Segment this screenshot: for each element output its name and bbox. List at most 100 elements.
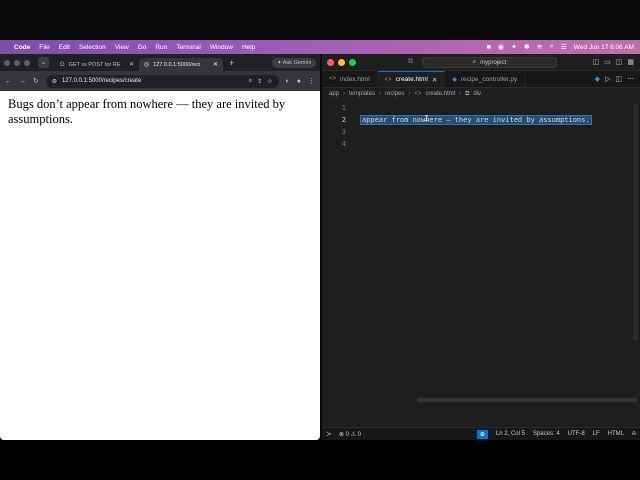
window-close-button[interactable] <box>4 59 10 66</box>
ask-gemini-label: Ask Gemini <box>282 59 311 66</box>
menu-go[interactable]: Go <box>138 44 147 51</box>
ask-gemini-button[interactable]: ✦ Ask Gemini <box>272 57 316 68</box>
python-icon[interactable]: ◆ <box>595 75 600 83</box>
share-icon[interactable]: ⇪ <box>257 78 262 85</box>
code-line: 3 <box>322 126 640 138</box>
new-tab-button[interactable]: + <box>229 58 234 68</box>
browser-tab-label: GET vs POST for RE <box>68 61 121 68</box>
menubar-clock[interactable]: Wed Jun 17 6:06 AM <box>574 44 634 51</box>
tab-close-icon[interactable]: ✕ <box>129 61 134 68</box>
menu-run[interactable]: Run <box>155 44 167 51</box>
run-icon[interactable]: ▷ <box>605 75 610 83</box>
editor-tab-recipe-controller[interactable]: ◆ recipe_controller.py <box>445 71 526 87</box>
menu-file[interactable]: File <box>39 44 49 51</box>
address-bar[interactable]: ⊜ 127.0.0.1:5000/recipes/create ⌕ ⇪ ☆ <box>45 74 279 88</box>
menu-selection[interactable]: Selection <box>79 44 106 51</box>
menu-view[interactable]: View <box>115 44 129 51</box>
code-text[interactable]: appear from nowhere — they are invited b… <box>360 115 592 125</box>
customize-layout-icon[interactable]: ▦ <box>627 58 634 66</box>
copilot-icon[interactable]: ⧉ <box>408 58 413 66</box>
code-editor[interactable]: 1 2 appear from nowhere — they are invit… <box>322 100 640 404</box>
vscode-titlebar: ⧉ ⌕ myproject ◫ ▭ ◫ ▦ <box>322 54 640 71</box>
code-line: 4 <box>322 138 640 150</box>
window-zoom-button[interactable] <box>349 58 356 66</box>
html-icon: <> <box>329 76 337 82</box>
command-center-label: myproject <box>480 59 507 66</box>
code-line-current: 2 appear from nowhere — they are invited… <box>322 114 640 126</box>
python-icon: ◆ <box>452 76 457 83</box>
command-center-search[interactable]: ⌕ myproject <box>422 57 557 68</box>
search-icon[interactable]: ⌕ <box>550 43 554 51</box>
browser-window: ⌄ G GET vs POST for RE ✕ ◎ 127.0.0.1:500… <box>0 54 320 440</box>
back-icon[interactable]: ← <box>5 78 12 85</box>
remote-icon[interactable]: ≻ <box>326 430 332 438</box>
line-number: 2 <box>341 116 346 124</box>
editor-tab-create[interactable]: <> create.html ✕ <box>377 71 446 87</box>
toggle-panel-icon[interactable]: ▭ <box>604 58 611 66</box>
horizontal-scrollbar[interactable] <box>417 398 637 402</box>
encoding[interactable]: UTF-8 <box>568 431 585 437</box>
google-favicon-icon: G <box>60 61 65 68</box>
bookmark-star-icon[interactable]: ☆ <box>267 78 272 85</box>
breadcrumb-item[interactable]: recipes <box>385 91 404 97</box>
html-icon: <> <box>414 91 422 97</box>
tab-close-icon[interactable]: ✕ <box>432 76 437 84</box>
breadcrumb-item[interactable]: app <box>329 91 339 97</box>
language-mode[interactable]: HTML <box>608 431 624 437</box>
editor-tab-bar: <> index.html <> create.html ✕ ◆ recipe_… <box>322 71 640 88</box>
warning-icon: ⚠ <box>350 431 356 438</box>
bluetooth-icon[interactable]: ✱ <box>524 43 530 51</box>
camera-icon[interactable]: ■ <box>487 44 491 51</box>
html-icon: <> <box>384 76 392 83</box>
toggle-secondary-sidebar-icon[interactable]: ◫ <box>616 58 623 66</box>
menu-window[interactable]: Window <box>210 44 233 51</box>
chevron-right-icon: › <box>379 91 382 97</box>
profile-avatar[interactable]: ● <box>297 78 301 85</box>
breadcrumb-item[interactable]: create.html <box>425 91 455 97</box>
tab-close-icon[interactable]: ✕ <box>213 61 218 68</box>
breadcrumb: app › templates › recipes › <> create.ht… <box>322 88 640 100</box>
breadcrumb-item[interactable]: div <box>473 91 481 97</box>
split-editor-icon[interactable]: ◫ <box>615 75 622 83</box>
more-menu-icon[interactable]: ⋮ <box>308 77 315 85</box>
text-cursor-icon: I <box>424 114 429 123</box>
menu-help[interactable]: Help <box>242 44 255 51</box>
breadcrumb-item[interactable]: templates <box>349 91 375 97</box>
editor-tab-label: create.html <box>395 76 428 83</box>
zoom-icon[interactable]: ⊕ <box>476 429 488 439</box>
vertical-scrollbar[interactable] <box>633 104 638 340</box>
menu-terminal[interactable]: Terminal <box>176 44 201 51</box>
window-minimize-button[interactable] <box>338 58 345 66</box>
site-info-icon[interactable]: ⊜ <box>52 78 57 85</box>
window-close-button[interactable] <box>327 58 334 66</box>
toggle-primary-sidebar-icon[interactable]: ◫ <box>593 58 600 66</box>
record-icon[interactable]: ◉ <box>498 43 504 51</box>
more-actions-icon[interactable]: ⋯ <box>627 75 634 83</box>
wifi-icon[interactable]: ≋ <box>537 43 543 51</box>
page-text: Bugs don’t appear from nowhere — they ar… <box>8 97 286 126</box>
problems-indicator[interactable]: ⊗ 0 ⚠ 0 <box>339 431 361 438</box>
cursor-position[interactable]: Ln 2, Col 5 <box>496 431 525 437</box>
control-center-icon[interactable]: ☰ <box>560 43 566 51</box>
tab-search-icon[interactable]: ⌄ <box>38 57 49 68</box>
menu-app-name[interactable]: Code <box>14 44 30 51</box>
window-zoom-button[interactable] <box>24 59 30 66</box>
forward-icon[interactable]: → <box>19 78 26 85</box>
sparkle-icon[interactable]: ✦ <box>511 43 517 51</box>
element-icon: ⧉ <box>465 90 470 97</box>
end-of-line[interactable]: LF <box>593 431 600 437</box>
extensions-icon[interactable]: ◐ <box>286 78 290 85</box>
selected-text[interactable]: appear from nowhere — they are invited b… <box>360 115 592 125</box>
warning-count: 0 <box>357 431 361 438</box>
editor-tab-index[interactable]: <> index.html <box>322 71 378 87</box>
menu-edit[interactable]: Edit <box>59 44 70 51</box>
notifications-bell-icon[interactable]: ⍾ <box>632 431 636 438</box>
reload-icon[interactable]: ↻ <box>33 77 39 85</box>
window-minimize-button[interactable] <box>14 59 20 66</box>
browser-tab-active[interactable]: ◎ 127.0.0.1:5000/reci ✕ <box>139 58 223 71</box>
editor-tab-label: index.html <box>340 75 370 83</box>
address-url[interactable]: 127.0.0.1:5000/recipes/create <box>62 78 244 84</box>
indentation[interactable]: Spaces: 4 <box>533 431 560 437</box>
browser-tab[interactable]: G GET vs POST for RE ✕ <box>55 58 139 71</box>
zoom-icon[interactable]: ⌕ <box>249 78 252 85</box>
